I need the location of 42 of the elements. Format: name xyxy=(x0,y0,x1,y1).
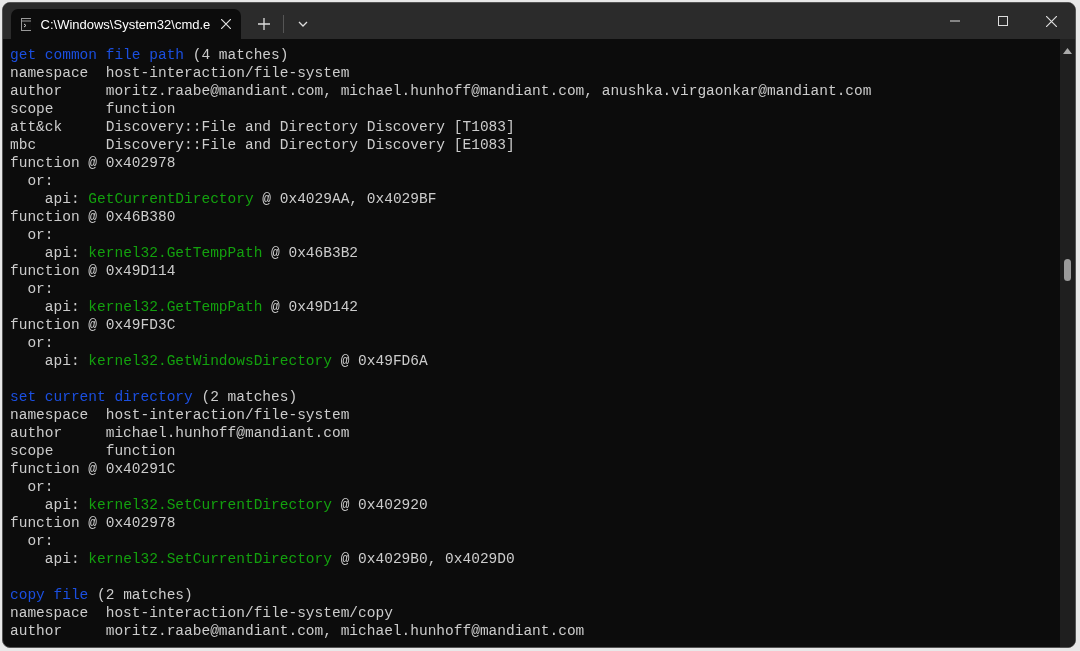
output-line: or: xyxy=(26,172,54,190)
output-line: function @ 0x402978 xyxy=(10,154,176,172)
output-line: or: xyxy=(26,226,54,244)
output-line: or: xyxy=(26,334,54,352)
output-line: api: kernel32.GetTempPath @ 0x49D142 xyxy=(43,298,359,316)
output-line: api: kernel32.SetCurrentDirectory @ 0x4029B0, 0x4029D0 xyxy=(43,550,515,568)
scroll-up-icon[interactable] xyxy=(1063,48,1072,54)
output-line: function @ 0x49FD3C xyxy=(10,316,176,334)
scrollbar[interactable] xyxy=(1060,39,1075,647)
output-line: author moritz.raabe@mandiant.com, michael.hunhoff@mandiant.com xyxy=(10,622,585,640)
output-line: function @ 0x40291C xyxy=(10,460,176,478)
output-line: namespace host-interaction/file-system xyxy=(10,64,350,82)
output-line: author moritz.raabe@mandiant.com, michael.hunhoff@mandiant.com, anushka.virgaonkar@mandiant.com xyxy=(10,82,872,100)
output-line: function @ 0x49D114 xyxy=(10,262,176,280)
output-line: api: GetCurrentDirectory @ 0x4029AA, 0x4029BF xyxy=(43,190,437,208)
close-icon xyxy=(1045,15,1057,27)
rule-heading: set current directory (2 matches) xyxy=(10,388,298,406)
output-line: att&ck Discovery::File and Directory Discovery [T1083] xyxy=(10,118,515,136)
output-line: author michael.hunhoff@mandiant.com xyxy=(10,424,350,442)
output-line: namespace host-interaction/file-system xyxy=(10,406,350,424)
output-line: function @ 0x46B380 xyxy=(10,208,176,226)
output-line: or: xyxy=(26,280,54,298)
plus-icon xyxy=(258,18,270,30)
maximize-icon xyxy=(998,16,1008,26)
scrollbar-thumb[interactable] xyxy=(1064,259,1071,281)
rule-heading: copy file (2 matches) xyxy=(10,586,193,604)
close-icon xyxy=(220,19,231,29)
chevron-down-icon xyxy=(298,21,308,27)
rule-heading: get common file path (4 matches) xyxy=(10,46,289,64)
output-line: function @ 0x402978 xyxy=(10,514,176,532)
output-line: mbc Discovery::File and Directory Discovery [E1083] xyxy=(10,136,515,154)
terminal-tab[interactable]: C:\Windows\System32\cmd.e xyxy=(11,9,241,39)
output-line: scope function xyxy=(10,442,176,460)
output-line: api: kernel32.GetWindowsDirectory @ 0x49FD6A xyxy=(43,352,428,370)
terminal-icon xyxy=(21,17,31,31)
output-line: namespace host-interaction/file-system/copy xyxy=(10,604,393,622)
minimize-icon xyxy=(950,20,960,22)
output-line: or: xyxy=(26,478,54,496)
output-line: scope function xyxy=(10,100,176,118)
output-line: api: kernel32.SetCurrentDirectory @ 0x402920 xyxy=(43,496,428,514)
output-line: api: kernel32.GetTempPath @ 0x46B3B2 xyxy=(43,244,359,262)
output-line: or: xyxy=(26,532,54,550)
